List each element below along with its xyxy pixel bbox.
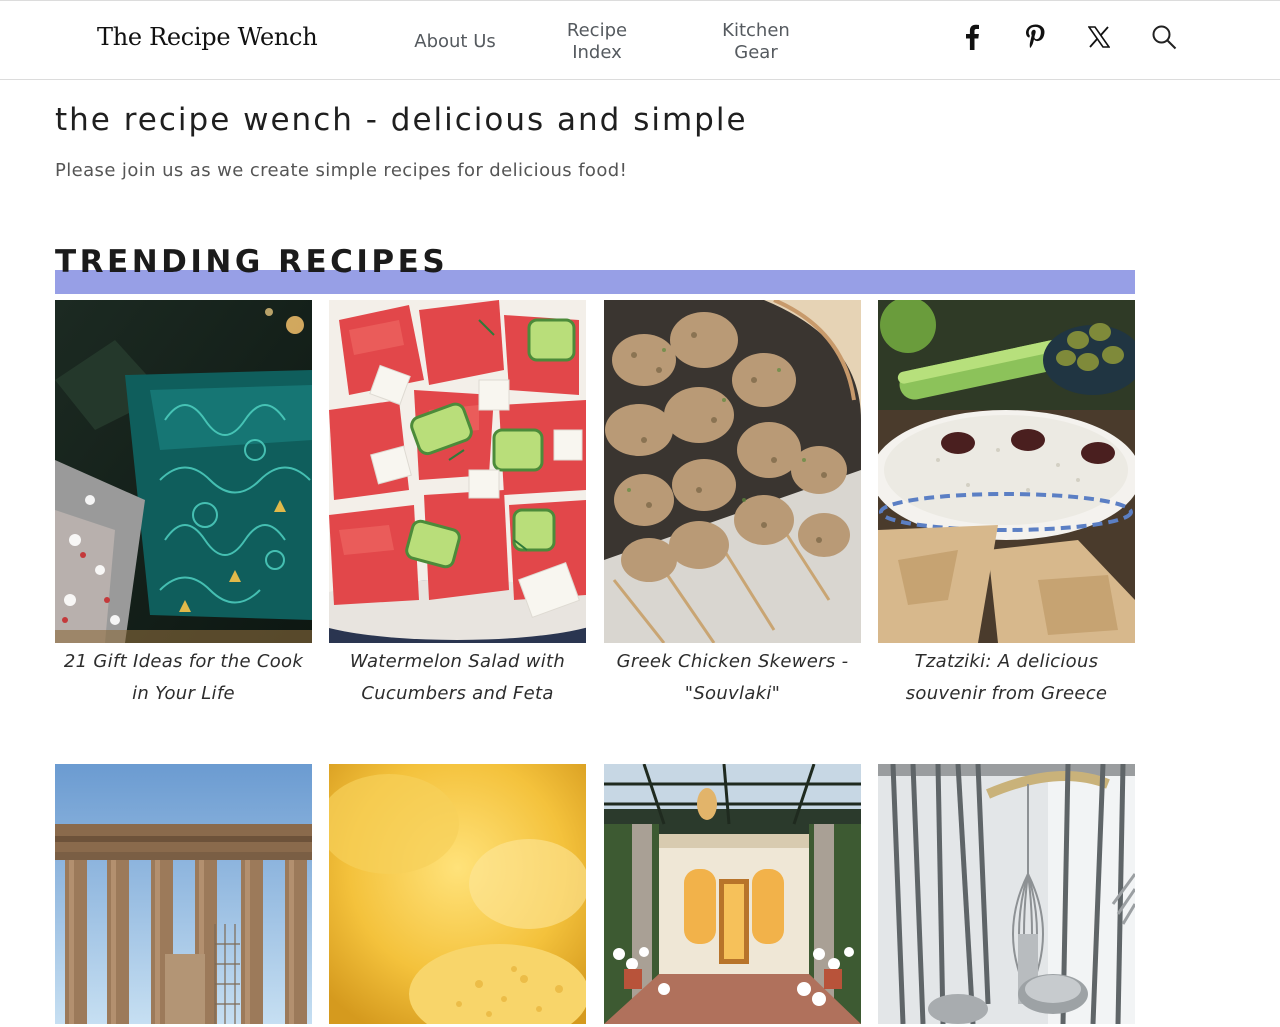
site-logo[interactable]: The Recipe Wench — [97, 23, 318, 51]
trending-heading: TRENDING RECIPES — [55, 244, 449, 280]
page-tagline: Please join us as we create simple recip… — [55, 160, 628, 181]
kitchen-utensils-image[interactable] — [878, 764, 1135, 1024]
chicken-skewers-image[interactable] — [604, 300, 861, 643]
recipe-card-tzatziki[interactable]: Tzatziki: A delicious souvenir from Gree… — [878, 300, 1135, 710]
golden-dish-image[interactable] — [329, 764, 586, 1024]
gift-ideas-image[interactable] — [55, 300, 312, 643]
nav-recipe-index-line2: Index — [572, 42, 622, 63]
courtyard-image[interactable] — [604, 764, 861, 1024]
page-title: the recipe wench - delicious and simple — [55, 102, 748, 138]
recipe-card-caption[interactable]: Greek Chicken Skewers - "Souvlaki" — [604, 646, 861, 710]
site-header: The Recipe Wench About Us Recipe Index K… — [0, 0, 1280, 80]
recipe-card-parthenon[interactable] — [55, 764, 312, 1027]
tzatziki-image[interactable] — [878, 300, 1135, 643]
pinterest-icon[interactable] — [1019, 21, 1051, 53]
parthenon-image[interactable] — [55, 764, 312, 1024]
recipe-card-kitchen-utensils[interactable] — [878, 764, 1135, 1027]
recipe-card-courtyard[interactable] — [604, 764, 861, 1027]
facebook-icon[interactable] — [956, 21, 988, 53]
search-icon[interactable] — [1148, 21, 1180, 53]
recipe-card-golden-dish[interactable] — [329, 764, 586, 1027]
recipe-card-chicken-skewers[interactable]: Greek Chicken Skewers - "Souvlaki" — [604, 300, 861, 710]
nav-kitchen-gear-line1: Kitchen — [722, 20, 790, 41]
watermelon-salad-image[interactable] — [329, 300, 586, 643]
nav-recipe-index-line1: Recipe — [566, 20, 628, 41]
nav-kitchen-gear[interactable]: Kitchen Gear — [706, 20, 806, 64]
nav-about-us-label: About Us — [414, 31, 496, 52]
recipe-card-caption[interactable]: 21 Gift Ideas for the Cook in Your Life — [55, 646, 312, 710]
recipe-card-gift-ideas[interactable]: 21 Gift Ideas for the Cook in Your Life — [55, 300, 312, 710]
recipe-card-watermelon-salad[interactable]: Watermelon Salad with Cucumbers and Feta — [329, 300, 586, 710]
recipe-card-caption[interactable]: Tzatziki: A delicious souvenir from Gree… — [878, 646, 1135, 710]
recipe-card-caption[interactable]: Watermelon Salad with Cucumbers and Feta — [329, 646, 586, 710]
nav-about-us[interactable]: About Us — [405, 31, 505, 53]
nav-kitchen-gear-line2: Gear — [734, 42, 778, 63]
nav-recipe-index[interactable]: Recipe Index — [552, 20, 642, 64]
x-icon[interactable] — [1083, 21, 1115, 53]
